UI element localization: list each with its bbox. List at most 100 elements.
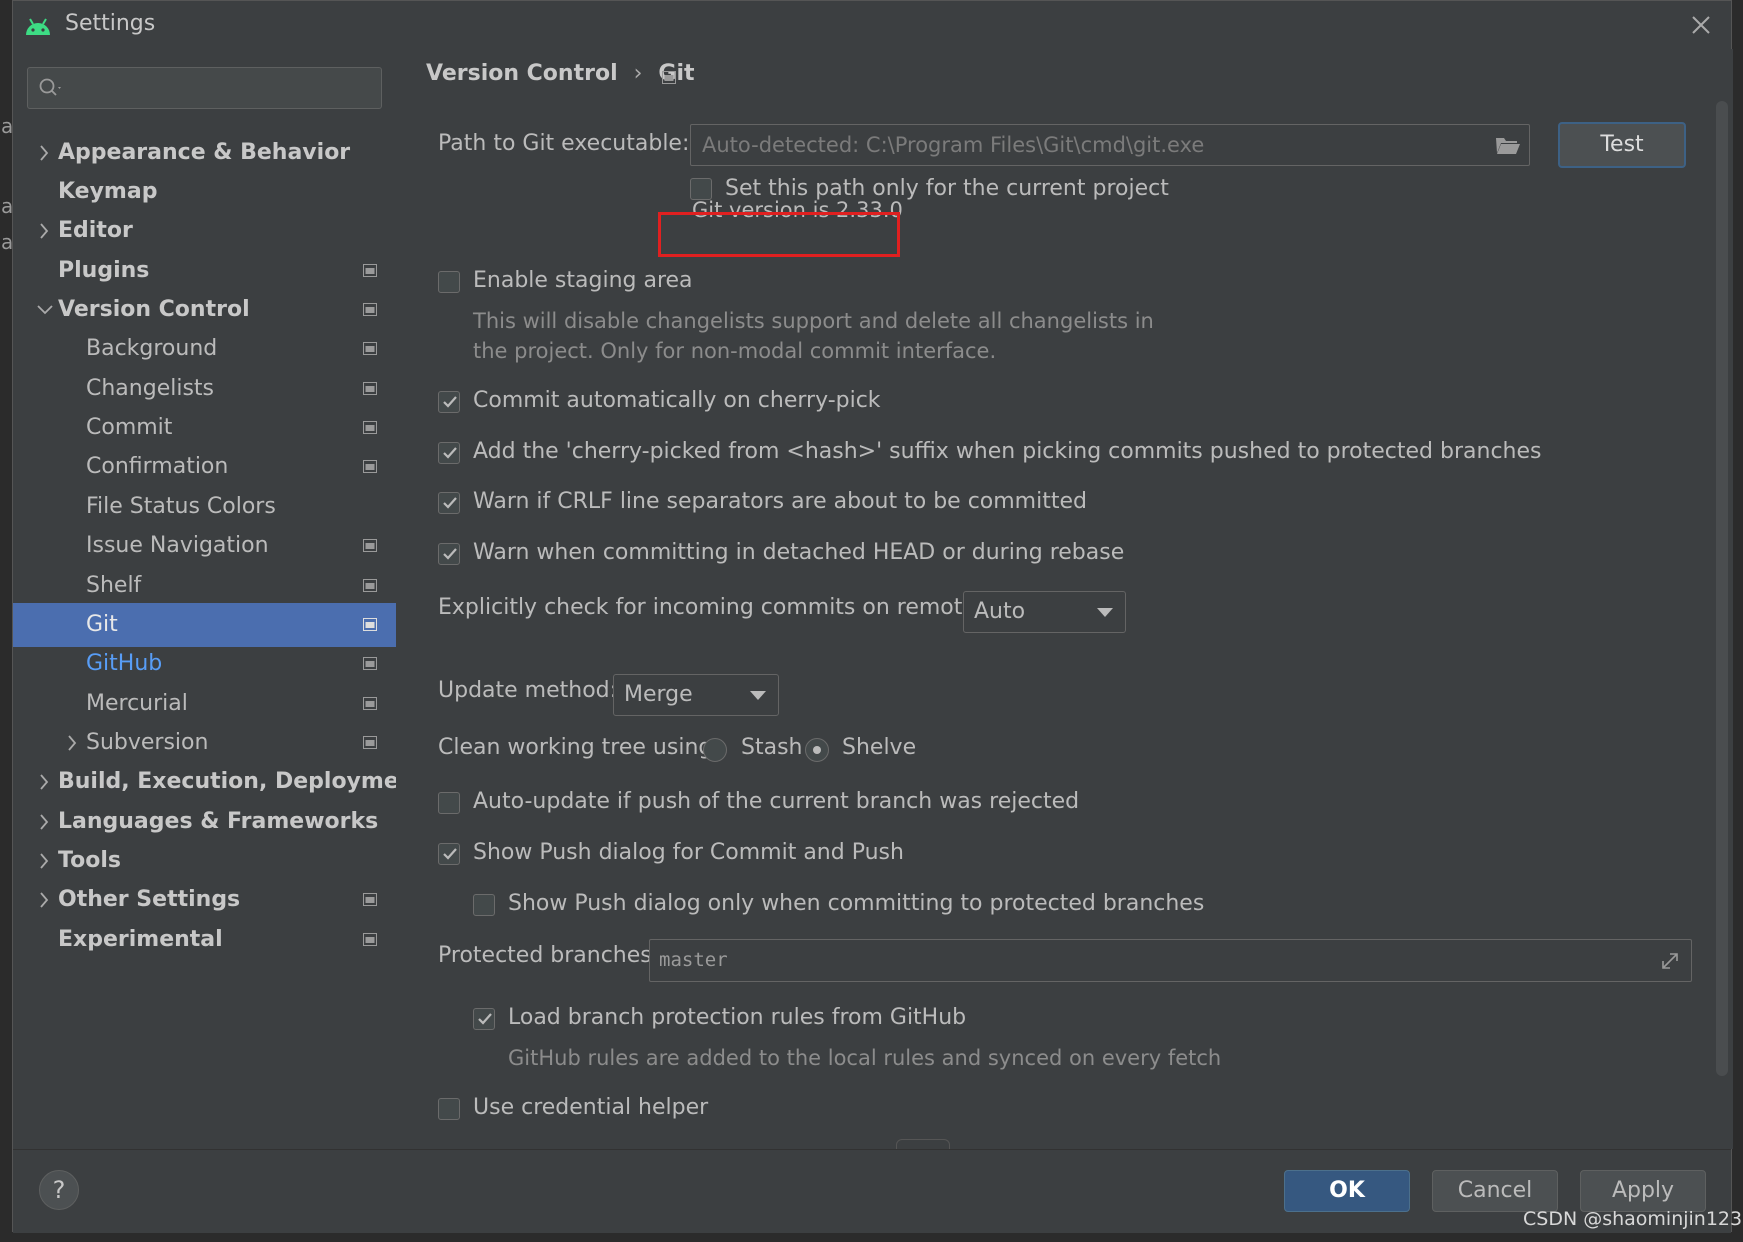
chevron-down-icon (1097, 608, 1113, 617)
sidebar-item-label: Shelf (86, 573, 142, 598)
sidebar-item-languages-frameworks[interactable]: Languages & Frameworks (13, 800, 396, 844)
sidebar-item-file-status-colors[interactable]: File Status Colors (13, 485, 396, 529)
shelve-label: Shelve (842, 735, 917, 760)
sidebar-item-label: Confirmation (86, 454, 229, 479)
sidebar-item-label: Git (86, 612, 118, 637)
show-push-protected-label: Show Push dialog only when committing to… (508, 891, 1205, 916)
sidebar-item-build-execution-deployment[interactable]: Build, Execution, Deployment (13, 760, 425, 804)
sidebar-item-shelf[interactable]: Shelf (13, 564, 396, 608)
cherry-pick-commit-checkbox[interactable] (438, 391, 460, 413)
chevron-right-icon (40, 223, 49, 239)
update-method-dropdown[interactable]: Merge (613, 674, 779, 716)
git-path-label: Path to Git executable: (438, 131, 690, 156)
sidebar-item-other-settings[interactable]: Other Settings (13, 878, 396, 922)
sidebar-item-version-control[interactable]: Version Control (13, 288, 396, 332)
sidebar-item-label: Background (86, 336, 218, 361)
project-level-icon (363, 264, 377, 277)
project-level-icon (363, 421, 377, 434)
enable-staging-label: Enable staging area (473, 268, 693, 293)
ok-button[interactable]: OK (1284, 1170, 1410, 1212)
sidebar-item-mercurial[interactable]: Mercurial (13, 682, 396, 726)
android-icon (26, 18, 50, 35)
git-settings-panel: Version Control › Git Path to Git executab… (396, 49, 1733, 1149)
sidebar-item-subversion[interactable]: Subversion (13, 721, 396, 765)
checkmark-icon (443, 396, 457, 408)
sidebar-item-label: Issue Navigation (86, 533, 269, 558)
project-level-icon (363, 933, 377, 946)
sidebar-item-commit[interactable]: Commit (13, 406, 396, 450)
cancel-button[interactable]: Cancel (1432, 1170, 1558, 1212)
project-level-icon (363, 342, 377, 355)
help-button[interactable]: ? (39, 1170, 79, 1210)
shelve-radio[interactable] (805, 738, 829, 762)
sidebar-item-keymap[interactable]: Keymap (13, 170, 396, 214)
search-input[interactable] (27, 67, 382, 109)
incoming-commits-value: Auto (974, 599, 1026, 624)
show-push-protected-checkbox[interactable] (473, 894, 495, 916)
git-path-field[interactable]: Auto-detected: C:\Program Files\Git\cmd\… (690, 124, 1530, 166)
stash-radio[interactable] (703, 738, 727, 762)
project-level-icon (363, 697, 377, 710)
sidebar-item-experimental[interactable]: Experimental (13, 918, 396, 962)
project-level-icon (363, 618, 377, 631)
current-project-checkbox[interactable] (690, 178, 712, 200)
checkmark-icon (478, 1013, 492, 1025)
sidebar-item-label: GitHub (86, 651, 163, 676)
sidebar-item-tools[interactable]: Tools (13, 839, 396, 883)
cherry-pick-suffix-checkbox[interactable] (438, 442, 460, 464)
project-level-icon (363, 382, 377, 395)
enable-staging-checkbox[interactable] (438, 271, 460, 293)
incoming-commits-dropdown[interactable]: Auto (963, 591, 1126, 633)
sidebar-item-label: File Status Colors (86, 494, 276, 519)
sidebar-item-label: Plugins (58, 258, 150, 283)
chevron-right-icon (68, 735, 77, 751)
clean-tree-label: Clean working tree using: (438, 735, 720, 760)
sidebar-item-label: Mercurial (86, 691, 188, 716)
background-ide-bottom (0, 1232, 1743, 1242)
breadcrumb-parent[interactable]: Version Control (426, 61, 618, 86)
search-icon (39, 78, 61, 96)
settings-sidebar: Appearance & Behavior Keymap Editor Plug… (13, 49, 425, 1149)
staging-hint: the project. Only for non-modal commit i… (473, 339, 997, 363)
warn-detached-checkbox[interactable] (438, 543, 460, 565)
credential-helper-label: Use credential helper (473, 1095, 709, 1120)
sidebar-item-label: Keymap (58, 179, 158, 204)
credential-helper-checkbox[interactable] (438, 1098, 460, 1120)
auto-update-label: Auto-update if push of the current branc… (473, 789, 1080, 814)
sidebar-item-issue-navigation[interactable]: Issue Navigation (13, 524, 396, 568)
window-title: Settings (65, 11, 156, 36)
sidebar-item-confirmation[interactable]: Confirmation (13, 445, 396, 489)
expand-icon[interactable] (1659, 950, 1681, 972)
sidebar-item-label: Changelists (86, 376, 215, 401)
sidebar-item-label: Editor (58, 218, 133, 243)
sidebar-item-label: Commit (86, 415, 173, 440)
resize-handle[interactable] (896, 1139, 950, 1149)
close-icon[interactable] (1687, 11, 1715, 39)
folder-open-icon[interactable] (1495, 134, 1521, 156)
sidebar-item-label: Languages & Frameworks (58, 809, 379, 834)
load-rules-checkbox[interactable] (473, 1008, 495, 1030)
sidebar-item-background[interactable]: Background (13, 327, 396, 371)
sidebar-item-label: Appearance & Behavior (58, 140, 351, 165)
warn-crlf-checkbox[interactable] (438, 492, 460, 514)
sidebar-item-editor[interactable]: Editor (13, 209, 396, 253)
project-level-icon (363, 579, 377, 592)
settings-dialog: Settings Appearance & Behavior Keymap Ed… (12, 0, 1733, 1233)
apply-button[interactable]: Apply (1580, 1170, 1706, 1212)
vertical-scrollbar[interactable] (1716, 101, 1728, 1076)
checkmark-icon (443, 447, 457, 459)
sidebar-item-changelists[interactable]: Changelists (13, 367, 396, 411)
background-ide-strip (0, 0, 12, 1242)
chevron-down-icon (750, 691, 766, 700)
auto-update-checkbox[interactable] (438, 792, 460, 814)
sidebar-item-appearance-behavior[interactable]: Appearance & Behavior (13, 131, 396, 175)
show-push-checkbox[interactable] (438, 843, 460, 865)
protected-branches-label: Protected branches: (438, 943, 660, 968)
sidebar-item-github[interactable]: GitHub (13, 642, 396, 686)
sidebar-item-plugins[interactable]: Plugins (13, 249, 396, 293)
protected-branches-field[interactable]: master (649, 939, 1692, 982)
project-level-icon (363, 736, 377, 749)
project-level-icon (662, 71, 676, 84)
sidebar-item-git[interactable]: Git (13, 603, 396, 647)
test-button[interactable]: Test (1558, 122, 1686, 168)
